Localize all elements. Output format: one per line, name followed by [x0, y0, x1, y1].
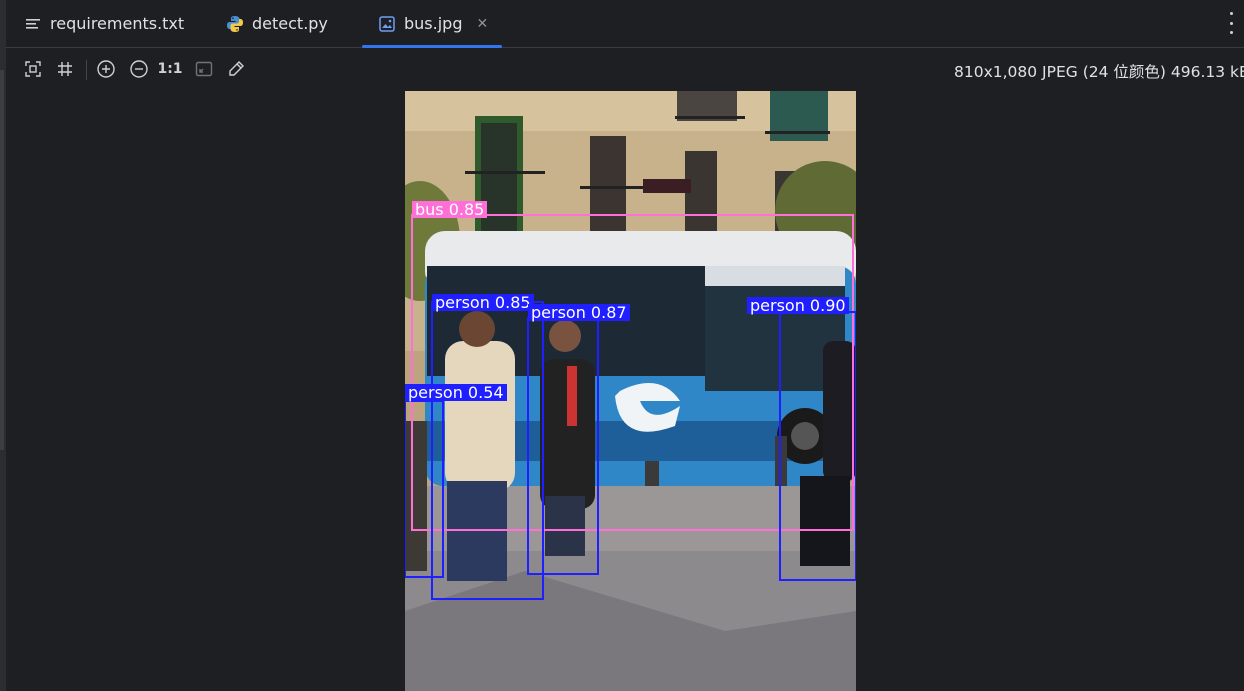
toolbar-separator	[86, 60, 87, 80]
fit-to-window-icon[interactable]	[22, 58, 44, 80]
bus-bounding-box	[411, 214, 854, 531]
tab-label: bus.jpg	[404, 14, 463, 33]
tab-label: detect.py	[252, 14, 328, 33]
tab-bus-jpg[interactable]: bus.jpg ✕	[361, 0, 503, 48]
detection-label-bus: bus 0.85	[412, 201, 488, 218]
more-options-icon[interactable]	[1226, 12, 1236, 34]
tab-label: requirements.txt	[50, 14, 185, 33]
image-preview: bus 0.85 person 0.85 person 0.87 person …	[405, 91, 856, 691]
person-bounding-box	[431, 301, 544, 600]
detection-label-person: person 0.87	[528, 304, 630, 321]
fit-zoom-icon[interactable]	[193, 58, 215, 80]
python-icon	[226, 15, 244, 33]
text-file-icon	[24, 15, 42, 33]
tab-requirements-txt[interactable]: requirements.txt	[24, 0, 184, 47]
zoom-out-icon[interactable]	[128, 58, 150, 80]
image-info-text: 810x1,080 JPEG (24 位颜色) 496.13 kB	[954, 63, 1244, 81]
person-bounding-box	[405, 400, 444, 578]
person-bounding-box	[527, 317, 599, 575]
detection-label-person: person 0.54	[405, 384, 507, 401]
color-picker-icon[interactable]	[225, 58, 247, 80]
image-file-icon	[378, 15, 396, 33]
tab-detect-py[interactable]: detect.py	[226, 0, 328, 47]
close-tab-icon[interactable]: ✕	[476, 16, 488, 32]
gutter-marker	[0, 70, 4, 450]
actual-size-button[interactable]: 1:1	[157, 58, 182, 80]
person-bounding-box	[779, 311, 856, 581]
detection-label-person: person 0.90	[747, 297, 849, 314]
image-viewer-toolbar: 1:1 810x1,080 JPEG (24 位颜色) 496.13 kB	[6, 48, 1244, 90]
zoom-in-icon[interactable]	[95, 58, 117, 80]
grid-icon[interactable]	[54, 58, 76, 80]
left-gutter	[0, 0, 6, 691]
editor-tab-bar: requirements.txt detect.py bus.jpg ✕	[6, 0, 1244, 48]
detection-label-person: person 0.85	[432, 294, 534, 311]
